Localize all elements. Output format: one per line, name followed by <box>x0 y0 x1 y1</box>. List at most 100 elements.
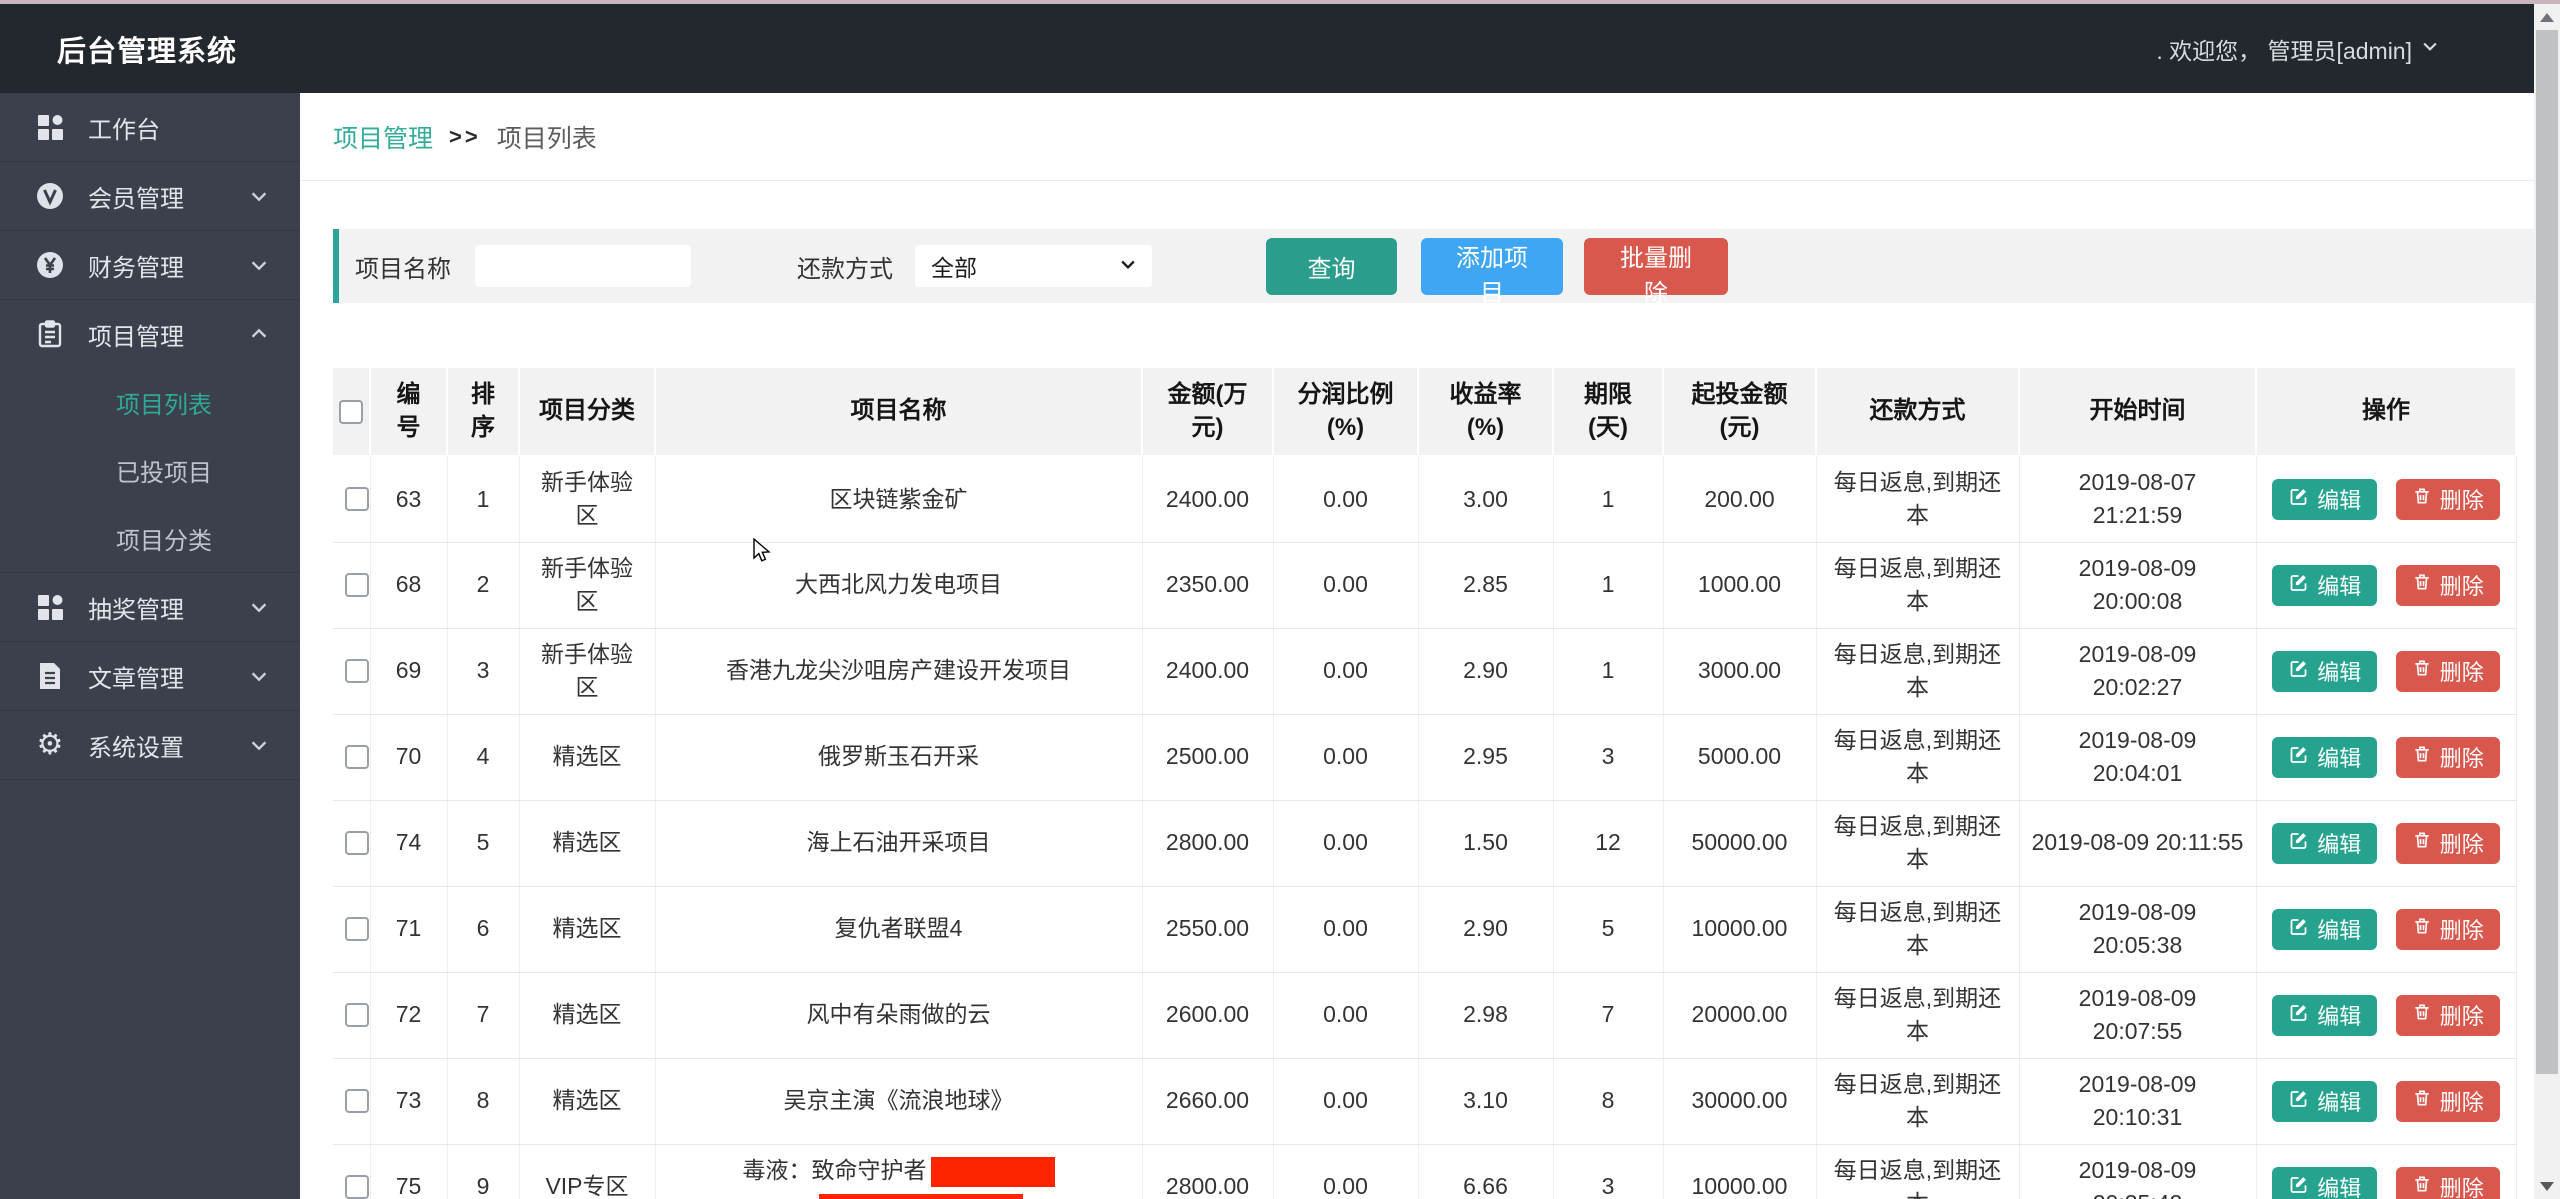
user-menu[interactable]: . 欢迎您， 管理员[admin] <box>2156 32 2440 66</box>
row-checkbox[interactable] <box>345 659 369 683</box>
cell-start-time: 2019-08-07 21:21:59 <box>2019 456 2256 542</box>
cell-amount: 2660.00 <box>1142 1058 1273 1144</box>
cell-term: 12 <box>1553 800 1663 886</box>
header-min-invest: 起投金额 (元) <box>1663 368 1816 456</box>
app-header: 后台管理系统 . 欢迎您， 管理员[admin] <box>0 0 2560 93</box>
dashboard-grid-icon <box>32 111 68 143</box>
row-checkbox[interactable] <box>345 487 369 511</box>
delete-button-label: 删除 <box>2440 1171 2484 1199</box>
cell-term: 1 <box>1553 628 1663 714</box>
chevron-down-icon <box>248 734 270 756</box>
row-checkbox[interactable] <box>345 917 369 941</box>
edit-icon <box>2288 916 2309 943</box>
sidebar-item-lottery[interactable]: 抽奖管理 <box>0 573 300 641</box>
row-checkbox[interactable] <box>345 573 369 597</box>
sidebar-item-workbench[interactable]: 工作台 <box>0 93 300 161</box>
edit-button[interactable]: 编辑 <box>2272 1167 2377 1199</box>
cell-repay: 每日返息,到期还本 <box>1816 886 2019 972</box>
row-checkbox[interactable] <box>345 1003 369 1027</box>
edit-button[interactable]: 编辑 <box>2272 737 2377 778</box>
delete-button-label: 删除 <box>2440 655 2484 687</box>
row-checkbox[interactable] <box>345 831 369 855</box>
edit-button[interactable]: 编辑 <box>2272 1081 2377 1122</box>
edit-button[interactable]: 编辑 <box>2272 995 2377 1036</box>
sidebar-item-invested-projects[interactable]: 已投项目 <box>0 436 300 504</box>
edit-button-label: 编辑 <box>2317 741 2361 773</box>
edit-button-label: 编辑 <box>2317 655 2361 687</box>
project-clipboard-icon <box>32 318 68 350</box>
row-checkbox[interactable] <box>345 745 369 769</box>
edit-button-label: 编辑 <box>2317 1171 2361 1199</box>
header-category: 项目分类 <box>519 368 655 456</box>
sidebar-item-projects[interactable]: 项目管理 <box>0 300 300 368</box>
delete-button[interactable]: 删除 <box>2396 565 2500 606</box>
delete-button[interactable]: 删除 <box>2396 995 2500 1036</box>
cell-actions: 编辑 删除 <box>2256 456 2516 542</box>
delete-button[interactable]: 删除 <box>2396 909 2500 950</box>
table-row: 69 3 新手体验区 香港九龙尖沙咀房产建设开发项目 2400.00 0.00 … <box>333 628 2516 714</box>
cell-order: 2 <box>447 542 519 628</box>
cell-amount: 2400.00 <box>1142 456 1273 542</box>
projects-submenu: 项目列表 已投项目 项目分类 <box>0 368 300 572</box>
sidebar-item-label: 文章管理 <box>88 659 248 694</box>
edit-icon <box>2288 1088 2309 1115</box>
batch-delete-button[interactable]: 批量删除 <box>1584 238 1728 295</box>
cell-actions: 编辑 删除 <box>2256 628 2516 714</box>
header-term: 期限 (天) <box>1553 368 1663 456</box>
edit-button[interactable]: 编辑 <box>2272 823 2377 864</box>
scroll-down-arrow-icon[interactable] <box>2534 1173 2560 1199</box>
edit-button[interactable]: 编辑 <box>2272 565 2377 606</box>
delete-button[interactable]: 删除 <box>2396 479 2500 520</box>
delete-button-label: 删除 <box>2440 741 2484 773</box>
project-name-label: 项目名称 <box>355 249 451 284</box>
cell-order: 7 <box>447 972 519 1058</box>
project-name-input[interactable] <box>475 245 691 287</box>
sidebar-item-project-categories[interactable]: 项目分类 <box>0 504 300 572</box>
sidebar-item-settings[interactable]: ⚙︎ 系统设置 <box>0 711 300 779</box>
edit-button[interactable]: 编辑 <box>2272 909 2377 950</box>
cell-order: 3 <box>447 628 519 714</box>
cell-term: 7 <box>1553 972 1663 1058</box>
member-icon <box>32 180 68 212</box>
scroll-up-arrow-icon[interactable] <box>2534 4 2560 30</box>
sidebar-item-label: 财务管理 <box>88 248 248 283</box>
sidebar-item-label: 工作台 <box>88 110 270 145</box>
edit-button[interactable]: 编辑 <box>2272 651 2377 692</box>
delete-button[interactable]: 删除 <box>2396 1081 2500 1122</box>
row-checkbox[interactable] <box>345 1175 369 1199</box>
breadcrumb-separator: >> <box>449 124 481 150</box>
header-name: 项目名称 <box>655 368 1142 456</box>
sidebar-item-articles[interactable]: 文章管理 <box>0 642 300 710</box>
sidebar-item-finance[interactable]: 财务管理 <box>0 231 300 299</box>
chevron-down-icon <box>2420 35 2440 62</box>
add-project-button[interactable]: 添加项目 <box>1421 238 1563 295</box>
breadcrumb-parent[interactable]: 项目管理 <box>333 119 433 155</box>
chevron-down-icon <box>248 665 270 687</box>
cell-term: 5 <box>1553 886 1663 972</box>
cell-repay: 每日返息,到期还本 <box>1816 628 2019 714</box>
delete-button[interactable]: 删除 <box>2396 737 2500 778</box>
edit-button[interactable]: 编辑 <box>2272 479 2377 520</box>
delete-button[interactable]: 删除 <box>2396 651 2500 692</box>
cell-name: 香港九龙尖沙咀房产建设开发项目 <box>655 628 1142 714</box>
edit-icon <box>2288 744 2309 771</box>
search-button[interactable]: 查询 <box>1266 238 1397 295</box>
sidebar-item-project-list[interactable]: 项目列表 <box>0 368 300 436</box>
cell-start-time: 2019-08-09 20:00:08 <box>2019 542 2256 628</box>
sidebar-item-members[interactable]: 会员管理 <box>0 162 300 230</box>
cell-share: 0.00 <box>1273 628 1418 714</box>
table-row: 74 5 精选区 海上石油开采项目 2800.00 0.00 1.50 12 5… <box>333 800 2516 886</box>
trash-icon <box>2412 1002 2432 1028</box>
select-all-checkbox[interactable] <box>339 400 363 424</box>
cell-amount: 2800.00 <box>1142 1144 1273 1199</box>
cell-min-invest: 1000.00 <box>1663 542 1816 628</box>
scrollbar-thumb[interactable] <box>2536 30 2558 1074</box>
repay-method-select[interactable]: 全部 <box>915 245 1152 287</box>
delete-button[interactable]: 删除 <box>2396 1167 2500 1199</box>
vertical-scrollbar[interactable] <box>2534 4 2560 1199</box>
cell-repay: 每日返息,到期还本 <box>1816 714 2019 800</box>
welcome-text: . 欢迎您， 管理员[admin] <box>2156 32 2412 66</box>
delete-button[interactable]: 删除 <box>2396 823 2500 864</box>
row-checkbox[interactable] <box>345 1089 369 1113</box>
cell-id: 70 <box>370 714 447 800</box>
